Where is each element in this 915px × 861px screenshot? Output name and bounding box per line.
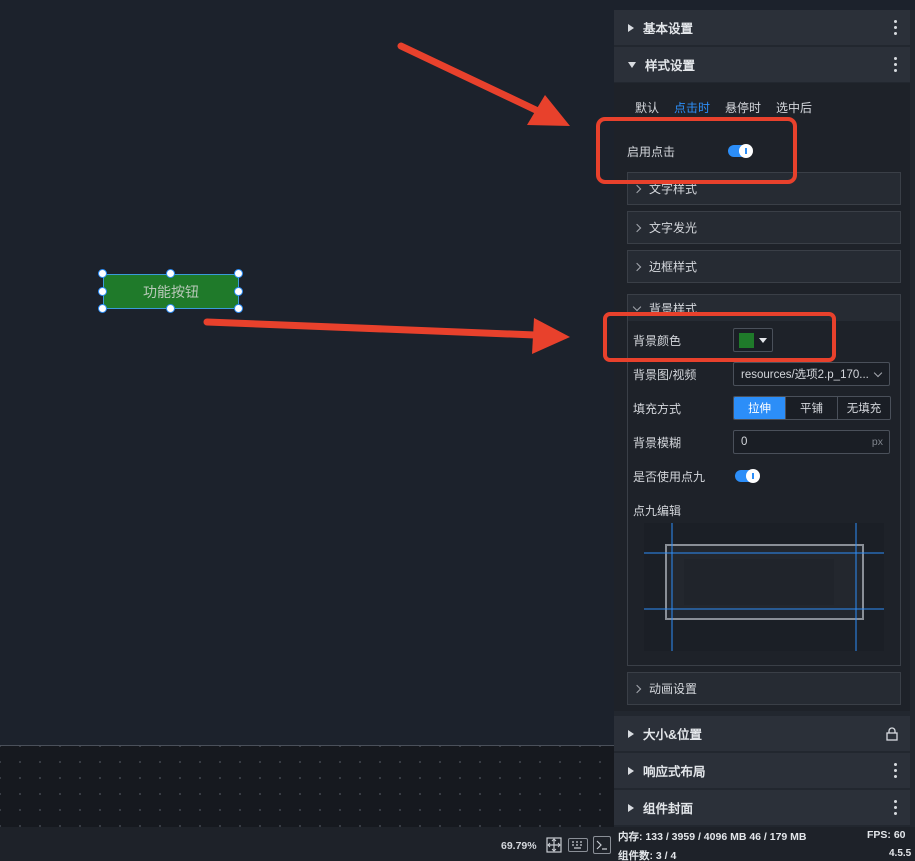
bg-image-label: 背景图/视频 bbox=[633, 368, 697, 382]
caret-right-icon bbox=[628, 803, 634, 812]
fill-mode-segmented: 拉伸 平铺 无填充 bbox=[733, 396, 891, 420]
resize-handle-s[interactable] bbox=[166, 304, 175, 313]
nine-patch-edit-label: 点九编辑 bbox=[633, 504, 682, 518]
collapse-text-style[interactable]: 文字样式 bbox=[627, 172, 901, 205]
fill-option-stretch[interactable]: 拉伸 bbox=[734, 397, 786, 419]
bg-blur-label: 背景模糊 bbox=[633, 436, 682, 450]
bg-image-value: resources/选项2.p_170... bbox=[741, 369, 869, 381]
collapse-label: 文字发光 bbox=[649, 221, 698, 235]
kebab-icon[interactable] bbox=[894, 763, 898, 778]
resize-handle-e[interactable] bbox=[234, 287, 243, 296]
fps-readout: FPS: 60 bbox=[867, 829, 906, 841]
keyboard-icon[interactable] bbox=[568, 838, 588, 852]
lock-icon[interactable] bbox=[886, 727, 898, 741]
nine-patch-toggle[interactable] bbox=[735, 469, 760, 483]
section-label: 基本设置 bbox=[643, 22, 694, 36]
bg-blur-input[interactable]: 0 px bbox=[733, 430, 890, 454]
property-panel: 基本设置 样式设置 默认 点击时 悬停时 选中后 启用点击 文字样式 文字发光 … bbox=[614, 10, 915, 827]
status-bar: 69.79% 内存: 133 / 3959 / 4096 MB 46 / 179… bbox=[0, 827, 915, 861]
collapse-label: 动画设置 bbox=[649, 682, 698, 696]
resize-handle-sw[interactable] bbox=[98, 304, 107, 313]
collapse-animation[interactable]: 动画设置 bbox=[627, 672, 901, 705]
background-style-header[interactable]: 背景样式 bbox=[628, 295, 900, 321]
terminal-icon[interactable] bbox=[593, 836, 611, 854]
fit-screen-icon[interactable] bbox=[545, 836, 563, 854]
enable-click-toggle[interactable] bbox=[728, 144, 753, 158]
collapse-text-glow[interactable]: 文字发光 bbox=[627, 211, 901, 244]
chevron-right-icon bbox=[632, 262, 642, 271]
background-style-group: 背景样式 背景颜色 背景图/视频 resources/选项2.p_170... … bbox=[627, 294, 901, 666]
section-style-settings[interactable]: 样式设置 bbox=[614, 47, 910, 82]
caret-down-icon bbox=[759, 337, 767, 343]
section-component-cover[interactable]: 组件封面 bbox=[614, 790, 910, 825]
component-count: 组件数: 3 / 4 bbox=[618, 850, 677, 861]
resize-handle-n[interactable] bbox=[166, 269, 175, 278]
chevron-right-icon bbox=[632, 223, 642, 232]
enable-click-label: 启用点击 bbox=[627, 145, 676, 159]
caret-right-icon bbox=[628, 729, 634, 738]
kebab-icon[interactable] bbox=[894, 800, 898, 815]
chevron-right-icon bbox=[632, 184, 642, 193]
section-label: 大小&位置 bbox=[643, 728, 703, 742]
state-tabs: 默认 点击时 悬停时 选中后 bbox=[635, 99, 827, 116]
bg-color-label: 背景颜色 bbox=[633, 334, 682, 348]
chevron-right-icon bbox=[632, 684, 642, 693]
tab-on-selected[interactable]: 选中后 bbox=[776, 99, 812, 116]
chevron-down-icon bbox=[873, 368, 883, 378]
bg-image-select[interactable]: resources/选项2.p_170... bbox=[733, 362, 890, 386]
editor-canvas[interactable]: 功能按钮 bbox=[0, 0, 614, 745]
kebab-icon[interactable] bbox=[894, 57, 898, 72]
chevron-down-icon bbox=[632, 302, 642, 311]
style-settings-body: 默认 点击时 悬停时 选中后 启用点击 文字样式 文字发光 边框样式 背景样式 … bbox=[614, 83, 910, 711]
bg-blur-value: 0 bbox=[741, 436, 748, 448]
zoom-level: 69.79% bbox=[501, 840, 537, 852]
section-label: 组件封面 bbox=[643, 802, 694, 816]
bg-blur-unit: px bbox=[871, 436, 883, 448]
collapse-border-style[interactable]: 边框样式 bbox=[627, 250, 901, 283]
collapse-label: 文字样式 bbox=[649, 182, 698, 196]
caret-right-icon bbox=[628, 766, 634, 775]
kebab-icon[interactable] bbox=[894, 20, 898, 35]
resize-handle-ne[interactable] bbox=[234, 269, 243, 278]
background-style-title: 背景样式 bbox=[649, 301, 698, 316]
fill-option-tile[interactable]: 平铺 bbox=[786, 397, 838, 419]
caret-right-icon bbox=[628, 23, 634, 32]
tab-on-click[interactable]: 点击时 bbox=[674, 99, 710, 116]
section-size-position[interactable]: 大小&位置 bbox=[614, 716, 910, 751]
canvas-ruler-area bbox=[0, 745, 614, 827]
caret-down-icon bbox=[628, 61, 636, 68]
resize-handle-nw[interactable] bbox=[98, 269, 107, 278]
section-basic-settings[interactable]: 基本设置 bbox=[614, 10, 910, 45]
fill-option-none[interactable]: 无填充 bbox=[838, 397, 890, 419]
tab-default[interactable]: 默认 bbox=[635, 99, 659, 116]
section-responsive-layout[interactable]: 响应式布局 bbox=[614, 753, 910, 788]
tab-on-hover[interactable]: 悬停时 bbox=[725, 99, 761, 116]
color-swatch bbox=[739, 332, 754, 348]
version-label: 4.5.5 bbox=[889, 848, 912, 859]
nine-patch-label: 是否使用点九 bbox=[633, 470, 706, 484]
nine-patch-editor[interactable] bbox=[644, 523, 884, 651]
section-label: 样式设置 bbox=[645, 59, 696, 73]
memory-usage: 内存: 133 / 3959 / 4096 MB 46 / 179 MB bbox=[618, 831, 807, 843]
resize-handle-w[interactable] bbox=[98, 287, 107, 296]
fill-mode-label: 填充方式 bbox=[633, 402, 682, 416]
section-label: 响应式布局 bbox=[643, 765, 706, 779]
collapse-label: 边框样式 bbox=[649, 260, 698, 274]
bg-color-picker[interactable] bbox=[733, 328, 773, 352]
widget-label: 功能按钮 bbox=[143, 283, 199, 300]
resize-handle-se[interactable] bbox=[234, 304, 243, 313]
nine-patch-preview-graphic bbox=[644, 523, 884, 651]
